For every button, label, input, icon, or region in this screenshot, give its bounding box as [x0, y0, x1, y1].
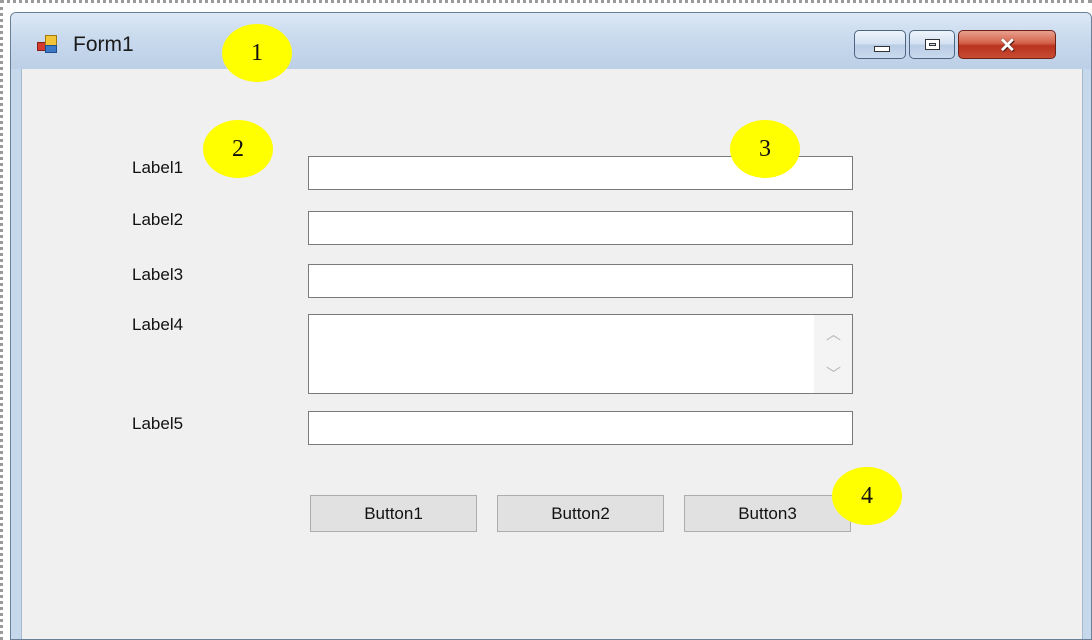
label-4: Label4	[132, 315, 184, 334]
button-3[interactable]: Button3	[684, 495, 851, 532]
label-1: Label1	[132, 158, 184, 177]
minimize-button[interactable]	[854, 30, 906, 59]
button-1[interactable]: Button1	[310, 495, 477, 532]
label-3: Label3	[132, 265, 184, 284]
form-client-area: Label1 Label2 Label3 Label4 Label5 ︿ ﹀ B…	[21, 69, 1083, 639]
label-5: Label5	[132, 414, 184, 433]
label-2: Label2	[132, 210, 184, 229]
vertical-scrollbar[interactable]: ︿ ﹀	[814, 315, 852, 393]
callout-4: 4	[832, 467, 902, 525]
maximize-icon	[925, 39, 940, 50]
button-2[interactable]: Button2	[497, 495, 664, 532]
scroll-down-icon[interactable]: ﹀	[826, 363, 841, 384]
minimize-icon	[874, 46, 890, 52]
form-window: Form1 ✕ Label1 Label2 Label3 Label4 Labe…	[10, 12, 1092, 640]
callout-2: 2	[203, 120, 273, 178]
textbox-2[interactable]	[308, 211, 853, 245]
maximize-button[interactable]	[909, 30, 955, 59]
form-app-icon	[37, 35, 57, 53]
title-bar[interactable]: Form1 ✕	[11, 13, 1091, 69]
textbox-5[interactable]	[308, 411, 853, 445]
callout-1: 1	[222, 24, 292, 82]
close-button[interactable]: ✕	[958, 30, 1056, 59]
textbox-4-multiline[interactable]: ︿ ﹀	[308, 314, 853, 394]
textbox-3[interactable]	[308, 264, 853, 298]
callout-3: 3	[730, 120, 800, 178]
close-icon: ✕	[999, 35, 1016, 57]
scroll-up-icon[interactable]: ︿	[826, 323, 841, 344]
window-title: Form1	[73, 33, 134, 56]
